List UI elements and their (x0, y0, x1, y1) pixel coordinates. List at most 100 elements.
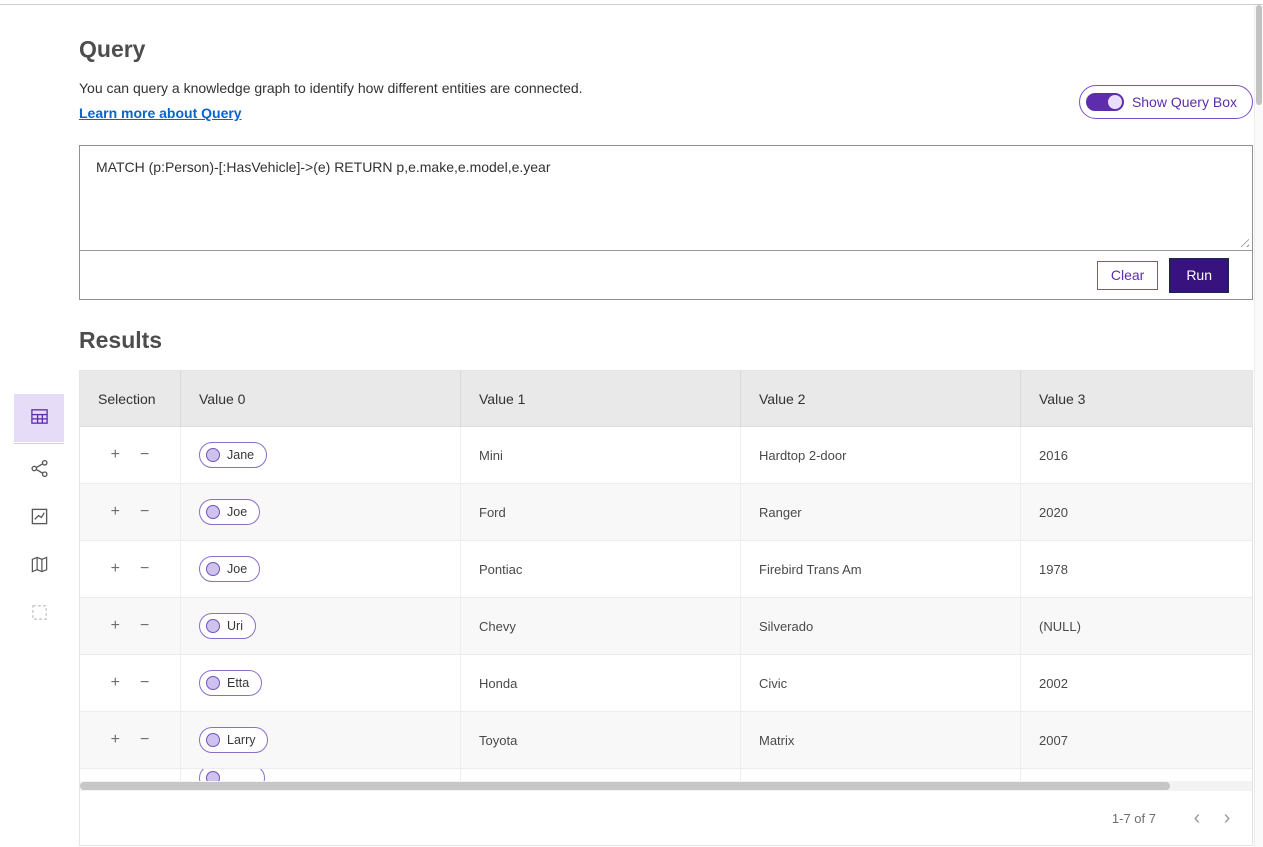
chart-view-button[interactable] (14, 494, 64, 542)
remove-from-selection-button[interactable]: − (137, 445, 152, 465)
run-button[interactable]: Run (1171, 260, 1227, 291)
cell-value-3: 2002 (1020, 655, 1252, 711)
remove-from-selection-button[interactable]: − (137, 559, 152, 579)
selection-view-button[interactable] (14, 590, 64, 638)
cell-value-1: Chevy (460, 598, 740, 654)
cell-value-3: 2007 (1020, 712, 1252, 768)
results-panel: Selection Value 0 Value 1 Value 2 Value … (79, 370, 1253, 846)
query-title: Query (79, 36, 1253, 63)
pagination-label: 1-7 of 7 (1112, 811, 1156, 826)
entity-chip-label: Jane (227, 448, 254, 462)
cell-value-2: Hardtop 2-door (740, 427, 1020, 483)
column-header-value2: Value 2 (740, 371, 1020, 426)
prev-page-button[interactable]: ‹ (1182, 803, 1212, 833)
entity-dot-icon (206, 448, 220, 462)
entity-chip-label: Joe (227, 562, 247, 576)
horizontal-scrollbar-thumb[interactable] (80, 782, 1170, 790)
link-chart-view-icon (30, 459, 49, 481)
clear-button[interactable]: Clear (1097, 261, 1158, 290)
table-header: Selection Value 0 Value 1 Value 2 Value … (80, 371, 1252, 427)
entity-dot-icon (206, 771, 220, 782)
results-region: Selection Value 0 Value 1 Value 2 Value … (79, 370, 1253, 846)
entity-cell: Joe (180, 541, 460, 597)
entity-dot-icon (206, 676, 220, 690)
entity-cell: Etta (180, 655, 460, 711)
add-to-selection-button[interactable]: + (108, 673, 123, 693)
entity-cell: Larry (180, 712, 460, 768)
selection-cell: + − (80, 484, 180, 540)
cell-value-1: Ford (460, 484, 740, 540)
rail-divider (14, 443, 64, 444)
show-query-box-toggle[interactable]: Show Query Box (1079, 85, 1253, 119)
selection-cell: + − (80, 541, 180, 597)
cell-value-3: 2016 (1020, 427, 1252, 483)
table-row: + − Joe Pontiac Firebird Trans Am 1978 (80, 541, 1252, 598)
cell-value-1: Toyota (460, 712, 740, 768)
next-page-button[interactable]: › (1212, 803, 1242, 833)
vertical-scrollbar-thumb[interactable] (1256, 5, 1262, 105)
table-view-button[interactable] (14, 394, 64, 442)
table-row: + − Joe Ford Ranger 2020 (80, 484, 1252, 541)
entity-chip[interactable]: Larry (199, 727, 268, 753)
query-input[interactable]: MATCH (p:Person)-[:HasVehicle]->(e) RETU… (80, 146, 1252, 251)
table-row: + − Etta Honda Civic 2002 (80, 655, 1252, 712)
selection-cell: + − (80, 655, 180, 711)
query-panel: MATCH (p:Person)-[:HasVehicle]->(e) RETU… (79, 145, 1253, 300)
entity-dot-icon (206, 733, 220, 747)
cell-value-1: Pontiac (460, 541, 740, 597)
entity-chip[interactable]: Etta (199, 670, 262, 696)
results-title: Results (79, 327, 1253, 354)
cell-value-2: Firebird Trans Am (740, 541, 1020, 597)
map-view-icon (30, 555, 49, 577)
table-view-icon (30, 407, 49, 429)
add-to-selection-button[interactable]: + (108, 616, 123, 636)
add-to-selection-button[interactable]: + (108, 730, 123, 750)
learn-more-link[interactable]: Learn more about Query (79, 105, 242, 121)
remove-from-selection-button[interactable]: − (137, 673, 152, 693)
chart-view-icon (30, 507, 49, 529)
remove-from-selection-button[interactable]: − (137, 730, 152, 750)
map-view-button[interactable] (14, 542, 64, 590)
entity-chip[interactable]: Jane (199, 442, 267, 468)
selection-cell: + − (80, 598, 180, 654)
column-header-value3: Value 3 (1020, 371, 1252, 426)
entity-chip[interactable]: Uri (199, 613, 256, 639)
add-to-selection-button[interactable]: + (108, 502, 123, 522)
remove-from-selection-button[interactable]: − (137, 616, 152, 636)
entity-dot-icon (206, 562, 220, 576)
vertical-scrollbar[interactable] (1254, 5, 1263, 847)
remove-from-selection-button[interactable]: − (137, 502, 152, 522)
entity-cell: Jane (180, 427, 460, 483)
cell-value-1: Honda (460, 655, 740, 711)
column-header-value0: Value 0 (180, 371, 460, 426)
link-chart-view-button[interactable] (14, 446, 64, 494)
top-divider (0, 0, 1263, 5)
add-to-selection-button[interactable]: + (108, 559, 123, 579)
entity-dot-icon (206, 505, 220, 519)
add-to-selection-button[interactable]: + (108, 445, 123, 465)
selection-view-icon (30, 603, 49, 625)
cell-value-3: (NULL) (1020, 598, 1252, 654)
view-rail (14, 394, 64, 638)
query-actions: Clear Run (80, 251, 1252, 299)
intro-text: You can query a knowledge graph to ident… (79, 80, 583, 123)
cell-value-3: 2020 (1020, 484, 1252, 540)
entity-chip-label: Larry (227, 733, 255, 747)
entity-chip[interactable]: Joe (199, 556, 260, 582)
entity-chip[interactable] (199, 769, 265, 781)
horizontal-scrollbar[interactable] (80, 781, 1252, 791)
query-description: You can query a knowledge graph to ident… (79, 80, 583, 96)
toggle-knob-icon (1108, 95, 1122, 109)
intro-row: You can query a knowledge graph to ident… (79, 80, 1253, 123)
entity-chip[interactable]: Joe (199, 499, 260, 525)
table-footer: 1-7 of 7 ‹ › (80, 791, 1252, 845)
selection-cell: + − (80, 712, 180, 768)
toggle-switch-icon (1086, 93, 1124, 111)
selection-cell: + − (80, 427, 180, 483)
toggle-label: Show Query Box (1132, 94, 1237, 110)
cell-value-3: 1978 (1020, 541, 1252, 597)
cell-value-2: Matrix (740, 712, 1020, 768)
table-row: + − Larry Toyota Matrix 2007 (80, 712, 1252, 769)
cell-value-2: Silverado (740, 598, 1020, 654)
column-header-value1: Value 1 (460, 371, 740, 426)
